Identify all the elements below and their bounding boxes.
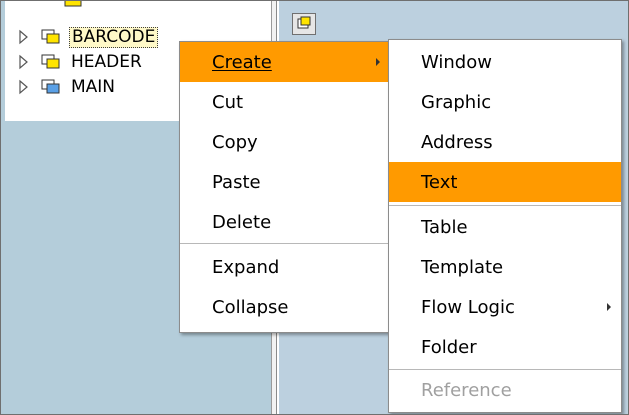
menu-item-window[interactable]: Window [389,42,621,82]
menu-item-address[interactable]: Address [389,122,621,162]
menu-item-text[interactable]: Text [389,162,621,202]
menu-item-template[interactable]: Template [389,247,621,287]
tree-node-header[interactable]: HEADER [19,51,144,73]
yellow-folder-icon [41,28,63,46]
menu-item-copy[interactable]: Copy [180,122,390,162]
menu-item-expand[interactable]: Expand [180,247,390,287]
menu-item-table[interactable]: Table [389,207,621,247]
expand-triangle-icon[interactable] [19,79,29,95]
tree-node-barcode[interactable]: BARCODE [19,26,159,48]
tree-node-main[interactable]: MAIN [19,76,117,98]
context-menu: Create Cut Copy Paste Delete Expand Coll… [179,41,391,333]
folder-icon-partial [63,1,85,12]
window-icon [297,15,311,34]
tree-node-label[interactable]: BARCODE [69,26,159,48]
toolbar-button[interactable] [292,13,316,35]
menu-item-cut[interactable]: Cut [180,82,390,122]
create-submenu: Window Graphic Address Text Table Templa… [388,39,622,413]
menu-item-label: Create [212,51,272,73]
tree-node-label[interactable]: MAIN [69,77,117,97]
menu-item-delete[interactable]: Delete [180,202,390,242]
submenu-arrow-icon [607,303,611,311]
menu-item-collapse[interactable]: Collapse [180,287,390,327]
menu-item-reference: Reference [421,379,512,401]
expand-triangle-icon[interactable] [19,29,29,45]
menu-separator [180,243,390,244]
menu-separator [389,205,621,206]
submenu-arrow-icon [376,58,380,66]
expand-triangle-icon[interactable] [19,54,29,70]
menu-item-graphic[interactable]: Graphic [389,82,621,122]
yellow-folder-icon [41,53,63,71]
tree-node-label[interactable]: HEADER [69,52,144,72]
application-frame: BARCODE HEADER MAIN Create Cut Copy Past… [0,0,629,415]
blue-folder-icon [41,78,63,96]
menu-item-create[interactable]: Create [180,42,390,82]
menu-item-flow-logic[interactable]: Flow Logic [389,287,621,327]
menu-item-folder[interactable]: Folder [389,327,621,367]
menu-item-paste[interactable]: Paste [180,162,390,202]
